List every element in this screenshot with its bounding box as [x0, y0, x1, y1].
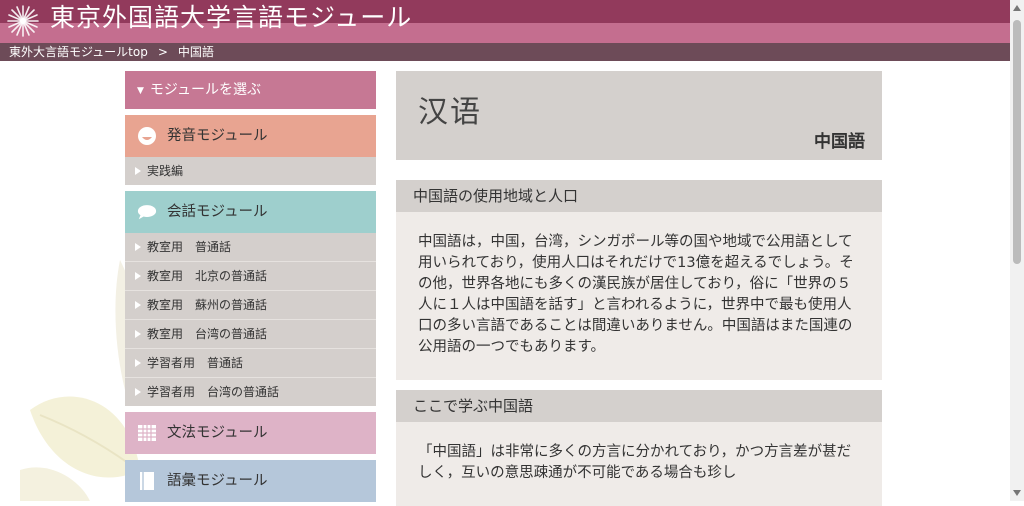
page-scrollbar[interactable]: [1010, 0, 1024, 501]
triangle-down-icon: ▼: [137, 86, 144, 96]
sidebar-heading[interactable]: ▼ モジュールを選ぶ: [125, 71, 376, 109]
module-vocabulary-label: 語彙モジュール: [167, 473, 268, 489]
breadcrumb-home-link[interactable]: 東外大言語モジュールtop: [9, 45, 148, 59]
sidebar-item-classroom-suzhou[interactable]: 教室用 蘇州の普通話: [125, 291, 376, 320]
module-pronunciation[interactable]: 発音モジュール: [125, 115, 376, 157]
main-content: 汉语 中国語 中国語の使用地域と人口 中国語は，中国，台湾，シンガポール等の国や…: [396, 71, 882, 506]
site-header: 東京外国語大学言語モジュール: [0, 0, 1010, 43]
scroll-thumb[interactable]: [1013, 20, 1021, 264]
breadcrumb-current: 中国語: [177, 45, 214, 59]
module-grammar-label: 文法モジュール: [167, 425, 268, 441]
grid-icon: [138, 425, 156, 441]
sidebar-item-practice[interactable]: 実践編: [125, 157, 376, 185]
scroll-down-icon[interactable]: [1013, 490, 1021, 496]
sidebar-heading-label: モジュールを選ぶ: [149, 82, 261, 98]
page-title-japanese: 中国語: [814, 132, 865, 152]
section-body-usage: 中国語は，中国，台湾，シンガポール等の国や地域で公用語として用いられており，使用…: [396, 212, 882, 380]
module-sidebar: ▼ モジュールを選ぶ 発音モジュール 実践編 会話モジュール 教室用 普通話 教室…: [125, 71, 376, 502]
section-body-learn: 「中国語」は非常に多くの方言に分かれており，かつ方言差が甚だしく，互いの意思疎通…: [396, 422, 882, 506]
book-icon: [140, 472, 154, 490]
speech-bubble-icon: [137, 205, 157, 220]
module-grammar[interactable]: 文法モジュール: [125, 412, 376, 454]
module-pronunciation-label: 発音モジュール: [167, 128, 268, 144]
sidebar-item-classroom-beijing[interactable]: 教室用 北京の普通話: [125, 262, 376, 291]
breadcrumb-separator: >: [157, 45, 168, 59]
star-burst-icon[interactable]: [6, 4, 40, 38]
sidebar-item-classroom-taiwan[interactable]: 教室用 台湾の普通話: [125, 320, 376, 349]
breadcrumb: 東外大言語モジュールtop > 中国語: [0, 43, 1010, 61]
sidebar-item-learner-putonghua[interactable]: 学習者用 普通話: [125, 349, 376, 378]
section-heading-learn: ここで学ぶ中国語: [396, 390, 882, 422]
section-heading-usage: 中国語の使用地域と人口: [396, 180, 882, 212]
language-title-box: 汉语 中国語: [396, 71, 882, 160]
scroll-up-icon[interactable]: [1013, 5, 1021, 11]
page-title-native: 汉语: [418, 95, 482, 130]
sidebar-item-classroom-putonghua[interactable]: 教室用 普通話: [125, 233, 376, 262]
module-conversation[interactable]: 会話モジュール: [125, 191, 376, 233]
site-title[interactable]: 東京外国語大学言語モジュール: [50, 3, 412, 33]
module-conversation-label: 会話モジュール: [167, 204, 268, 220]
sidebar-item-learner-taiwan[interactable]: 学習者用 台湾の普通話: [125, 378, 376, 406]
face-icon: [138, 127, 156, 145]
module-vocabulary[interactable]: 語彙モジュール: [125, 460, 376, 502]
